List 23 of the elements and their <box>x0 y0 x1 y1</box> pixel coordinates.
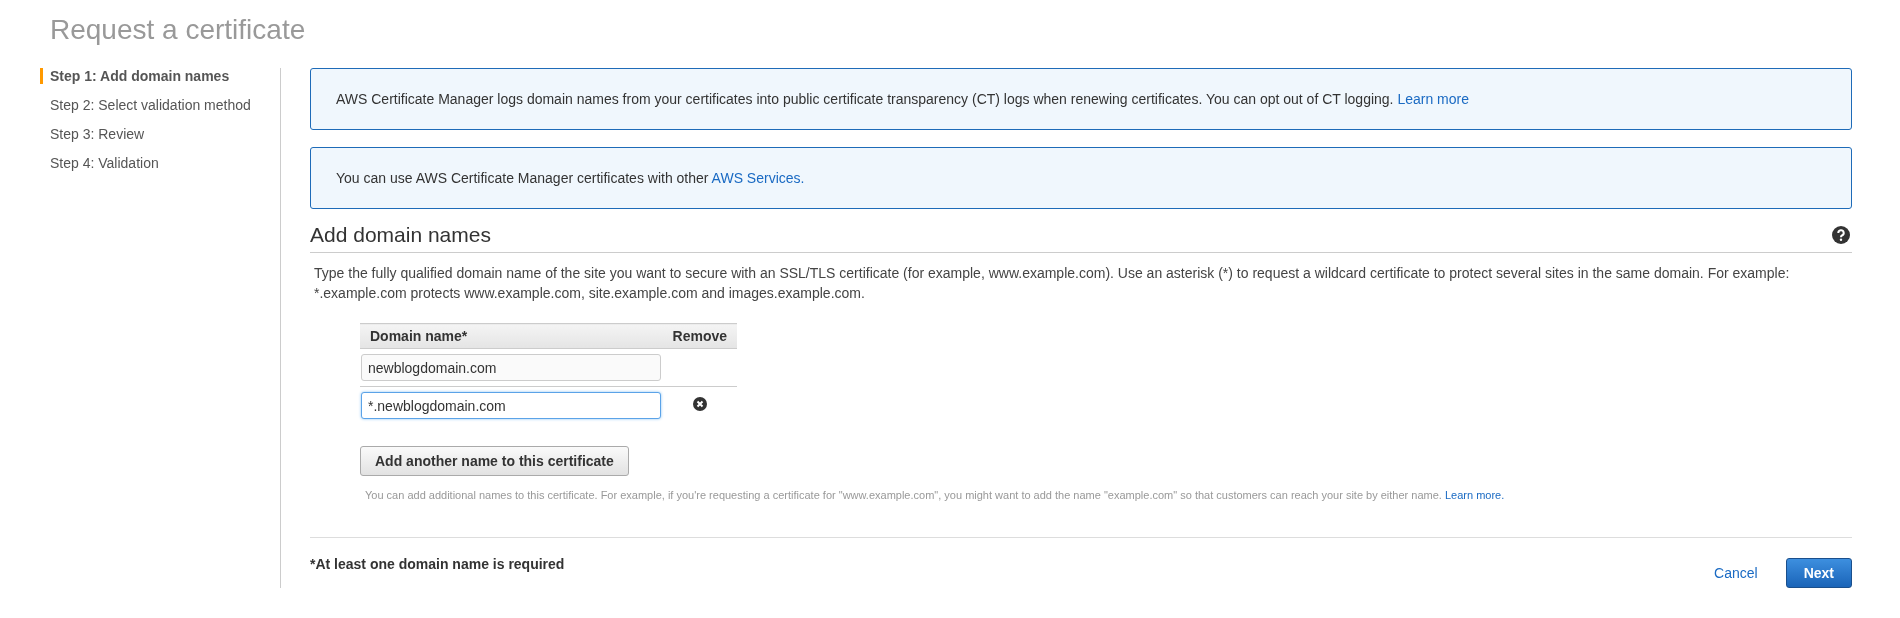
hint-text: You can add additional names to this certificate. For example, if you're requesting a certificate for "www.example.com", you might want to add the name "example.com" so that customers can reach your site by either name. Learn more. <box>365 489 1506 501</box>
learn-more-link[interactable]: Learn more. <box>1444 489 1505 501</box>
wizard-step[interactable]: Step 4: Validation <box>40 155 280 171</box>
domain-name-input[interactable]: newblogdomain.com <box>361 354 661 381</box>
notice-link[interactable]: AWS Services. <box>711 170 805 186</box>
next-button[interactable]: Next <box>1785 558 1852 588</box>
help-icon[interactable] <box>1832 226 1850 244</box>
wizard-step[interactable]: Step 1: Add domain names <box>40 68 280 84</box>
cancel-link[interactable]: Cancel <box>1714 565 1758 581</box>
page-title: Request a certificate <box>50 14 307 46</box>
column-header: Domain name* <box>360 323 663 349</box>
wizard-step[interactable]: Step 3: Review <box>40 126 280 142</box>
column-header: Remove <box>662 323 737 349</box>
notice-link[interactable]: Learn more <box>1397 91 1469 107</box>
domain-name-input[interactable]: *.newblogdomain.com <box>361 392 661 419</box>
remove-icon[interactable] <box>692 396 707 411</box>
required-note: *At least one domain name is required <box>310 556 565 572</box>
section-title: Add domain names <box>310 223 491 247</box>
add-name-button[interactable]: Add another name to this certificate <box>360 446 629 476</box>
notice-text: AWS Certificate Manager logs domain names from your certificates into public certificate transparency (CT) logs when renewing certificates. You can opt out of CT logging. Learn more <box>336 91 1470 107</box>
section-description: Type the fully qualified domain name of the site you want to secure with an SSL/TLS certificate (for example, www.example.com). Use an asterisk (*) to request a wildcard certificate to protect several sites in the same domain. For example: *.example.com protects www.example.com, site.example.com and images.example.com. <box>314 264 1791 303</box>
notice-text: You can use AWS Certificate Manager certificates with other AWS Services. <box>336 170 806 186</box>
wizard-step[interactable]: Step 2: Select validation method <box>40 97 280 113</box>
